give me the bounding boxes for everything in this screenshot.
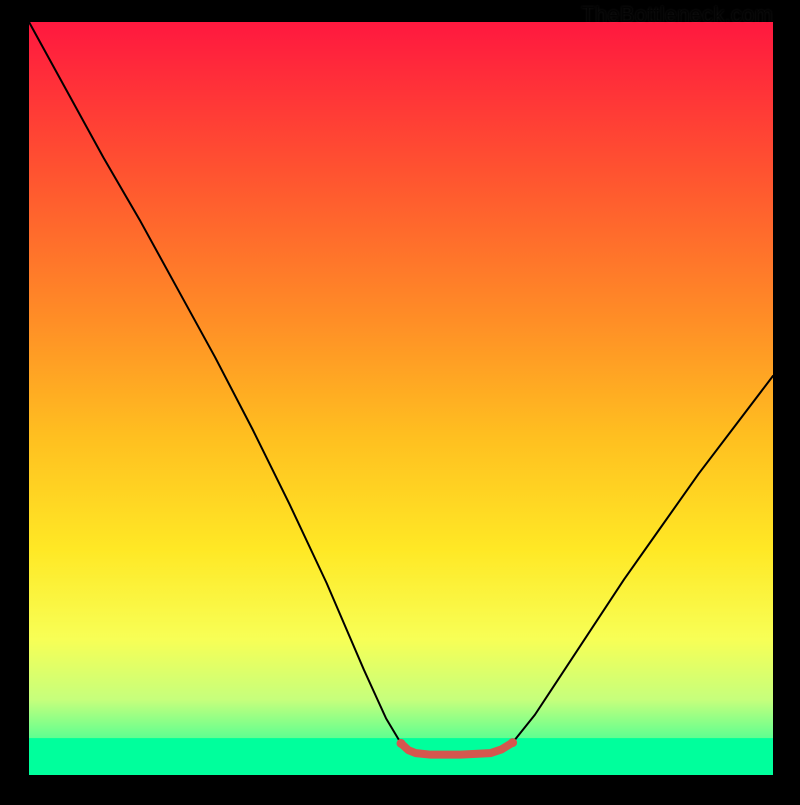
chart-container: TheBottleneck.com <box>0 0 800 800</box>
watermark-text: TheBottleneck.com <box>581 2 773 28</box>
highlight-marker <box>397 739 406 748</box>
bottleneck-chart <box>0 0 800 800</box>
highlight-marker <box>508 738 517 747</box>
plot-background <box>29 22 773 775</box>
